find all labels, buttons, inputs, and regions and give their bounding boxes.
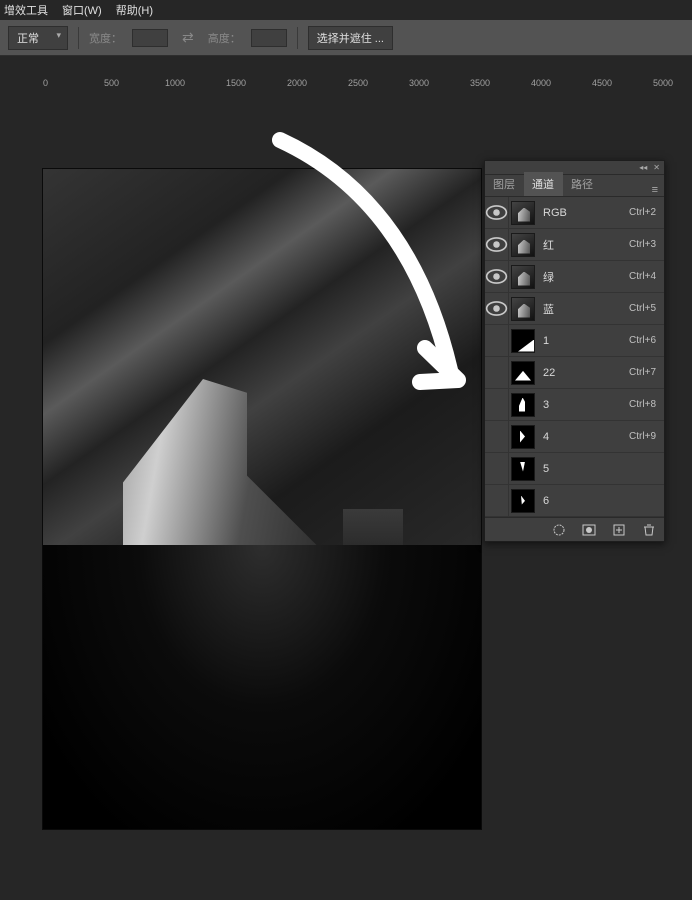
channel-thumbnail xyxy=(511,361,535,385)
ruler-tick: 2000 xyxy=(287,78,307,88)
visibility-toggle[interactable] xyxy=(485,197,509,228)
channel-name: 22 xyxy=(543,367,629,379)
channel-shortcut: Ctrl+3 xyxy=(629,239,656,250)
separator xyxy=(78,27,79,49)
visibility-toggle[interactable] xyxy=(485,421,509,452)
menu-window[interactable]: 窗口(W) xyxy=(62,2,102,18)
channel-thumbnail xyxy=(511,393,535,417)
channel-name: 绿 xyxy=(543,269,629,285)
channel-name: 5 xyxy=(543,463,656,475)
visibility-toggle[interactable] xyxy=(485,485,509,516)
visibility-toggle[interactable] xyxy=(485,325,509,356)
options-bar: 正常 宽度： ⇄ 高度： 选择并遮住 ... xyxy=(0,20,692,56)
channel-name: 蓝 xyxy=(543,301,629,317)
visibility-toggle[interactable] xyxy=(485,389,509,420)
channel-name: RGB xyxy=(543,207,629,219)
ruler-horizontal: 0 500 1000 1500 2000 2500 3000 3500 4000 4500 5000 xyxy=(0,74,692,92)
channel-thumbnail xyxy=(511,265,535,289)
channel-thumbnail xyxy=(511,457,535,481)
channel-shortcut: Ctrl+9 xyxy=(629,431,656,442)
channel-thumbnail xyxy=(511,425,535,449)
channel-name: 1 xyxy=(543,335,629,347)
channel-name: 3 xyxy=(543,399,629,411)
width-input[interactable] xyxy=(132,29,168,47)
ruler-tick: 3500 xyxy=(470,78,490,88)
ruler-tick: 5000 xyxy=(653,78,673,88)
channel-row[interactable]: 6 xyxy=(485,485,664,517)
channel-row[interactable]: 绿Ctrl+4 xyxy=(485,261,664,293)
channel-shortcut: Ctrl+2 xyxy=(629,207,656,218)
channel-shortcut: Ctrl+6 xyxy=(629,335,656,346)
panel-footer xyxy=(485,517,664,541)
mode-select[interactable]: 正常 xyxy=(8,26,68,50)
visibility-toggle[interactable] xyxy=(485,229,509,260)
document-canvas[interactable] xyxy=(42,168,482,830)
visibility-toggle[interactable] xyxy=(485,261,509,292)
height-input[interactable] xyxy=(251,29,287,47)
channel-shortcut: Ctrl+8 xyxy=(629,399,656,410)
channel-row[interactable]: 5 xyxy=(485,453,664,485)
new-channel-icon[interactable] xyxy=(612,523,626,537)
ruler-tick: 4000 xyxy=(531,78,551,88)
channel-shortcut: Ctrl+5 xyxy=(629,303,656,314)
channel-row[interactable]: 3Ctrl+8 xyxy=(485,389,664,421)
channel-shortcut: Ctrl+4 xyxy=(629,271,656,282)
image-ground xyxy=(43,545,481,829)
channel-row[interactable]: 22Ctrl+7 xyxy=(485,357,664,389)
channel-name: 红 xyxy=(543,237,629,253)
channel-thumbnail xyxy=(511,201,535,225)
height-label: 高度： xyxy=(208,30,241,46)
tab-paths[interactable]: 路径 xyxy=(563,172,602,196)
tab-channels[interactable]: 通道 xyxy=(524,172,563,196)
channel-name: 4 xyxy=(543,431,629,443)
ruler-tick: 3000 xyxy=(409,78,429,88)
channel-name: 6 xyxy=(543,495,656,507)
channel-row[interactable]: 红Ctrl+3 xyxy=(485,229,664,261)
selection-icon[interactable] xyxy=(552,523,566,537)
visibility-toggle[interactable] xyxy=(485,453,509,484)
channel-thumbnail xyxy=(511,233,535,257)
channel-row[interactable]: 4Ctrl+9 xyxy=(485,421,664,453)
menubar: 增效工具 窗口(W) 帮助(H) xyxy=(0,0,692,20)
channel-thumbnail xyxy=(511,329,535,353)
visibility-toggle[interactable] xyxy=(485,293,509,324)
eye-icon xyxy=(485,297,508,320)
panel-tabs: 图层 通道 路径 ≡ xyxy=(485,175,664,197)
channel-thumbnail xyxy=(511,489,535,513)
eye-icon xyxy=(485,265,508,288)
panel-menu-icon[interactable]: ≡ xyxy=(652,184,658,196)
channel-list: RGBCtrl+2红Ctrl+3绿Ctrl+4蓝Ctrl+51Ctrl+622C… xyxy=(485,197,664,517)
menu-plugin[interactable]: 增效工具 xyxy=(4,2,48,18)
mask-icon[interactable] xyxy=(582,523,596,537)
channel-row[interactable]: RGBCtrl+2 xyxy=(485,197,664,229)
close-icon[interactable]: ✕ xyxy=(653,163,660,172)
channel-thumbnail xyxy=(511,297,535,321)
collapse-icon[interactable]: ◂◂ xyxy=(639,163,647,172)
channel-row[interactable]: 1Ctrl+6 xyxy=(485,325,664,357)
ruler-tick: 1500 xyxy=(226,78,246,88)
ruler-tick: 0 xyxy=(43,78,48,88)
ruler-tick: 2500 xyxy=(348,78,368,88)
channel-shortcut: Ctrl+7 xyxy=(629,367,656,378)
swap-icon[interactable]: ⇄ xyxy=(178,29,198,46)
width-label: 宽度： xyxy=(89,30,122,46)
delete-channel-icon[interactable] xyxy=(642,523,656,537)
tab-layers[interactable]: 图层 xyxy=(485,172,524,196)
ruler-tick: 4500 xyxy=(592,78,612,88)
ruler-tick: 500 xyxy=(104,78,119,88)
eye-icon xyxy=(485,201,508,224)
eye-icon xyxy=(485,233,508,256)
visibility-toggle[interactable] xyxy=(485,357,509,388)
ruler-tick: 1000 xyxy=(165,78,185,88)
channel-row[interactable]: 蓝Ctrl+5 xyxy=(485,293,664,325)
select-and-mask-button[interactable]: 选择并遮住 ... xyxy=(308,26,393,50)
menu-help[interactable]: 帮助(H) xyxy=(116,2,153,18)
separator xyxy=(297,27,298,49)
channels-panel: ◂◂ ✕ 图层 通道 路径 ≡ RGBCtrl+2红Ctrl+3绿Ctrl+4蓝… xyxy=(484,160,665,542)
